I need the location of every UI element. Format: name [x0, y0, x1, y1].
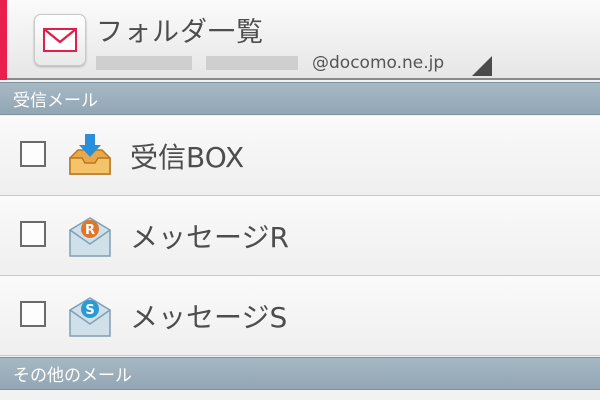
redacted-account-part — [96, 56, 192, 70]
folder-row-message-s[interactable]: S メッセージS — [0, 276, 600, 356]
accent-bar — [0, 0, 7, 80]
account-selector[interactable]: @docomo.ne.jp — [96, 52, 444, 74]
folder-checkbox[interactable] — [20, 221, 46, 247]
message-r-icon: R — [69, 217, 111, 257]
section-header-other: その他のメール — [0, 357, 600, 390]
folder-checkbox[interactable] — [20, 141, 46, 167]
folder-label: 受信BOX — [130, 141, 245, 174]
redacted-account-part — [206, 56, 298, 70]
folder-row-inbox[interactable]: 受信BOX — [0, 116, 600, 196]
page-title: フォルダ一覧 — [96, 17, 264, 48]
account-domain: @docomo.ne.jp — [312, 53, 445, 73]
message-r-badge: R — [85, 223, 95, 238]
message-s-icon: S — [69, 297, 111, 337]
mail-envelope-icon[interactable] — [34, 14, 86, 66]
section-header-inbox: 受信メール — [0, 82, 600, 115]
folder-checkbox[interactable] — [20, 301, 46, 327]
folder-row-message-r[interactable]: R メッセージR — [0, 196, 600, 276]
inbox-tray-icon — [69, 134, 111, 175]
corner-dropdown-icon[interactable] — [472, 56, 492, 76]
folder-label: メッセージR — [130, 221, 289, 254]
message-s-badge: S — [85, 303, 94, 318]
app-header: フォルダ一覧 @docomo.ne.jp — [0, 0, 600, 80]
folder-label: メッセージS — [130, 301, 288, 334]
